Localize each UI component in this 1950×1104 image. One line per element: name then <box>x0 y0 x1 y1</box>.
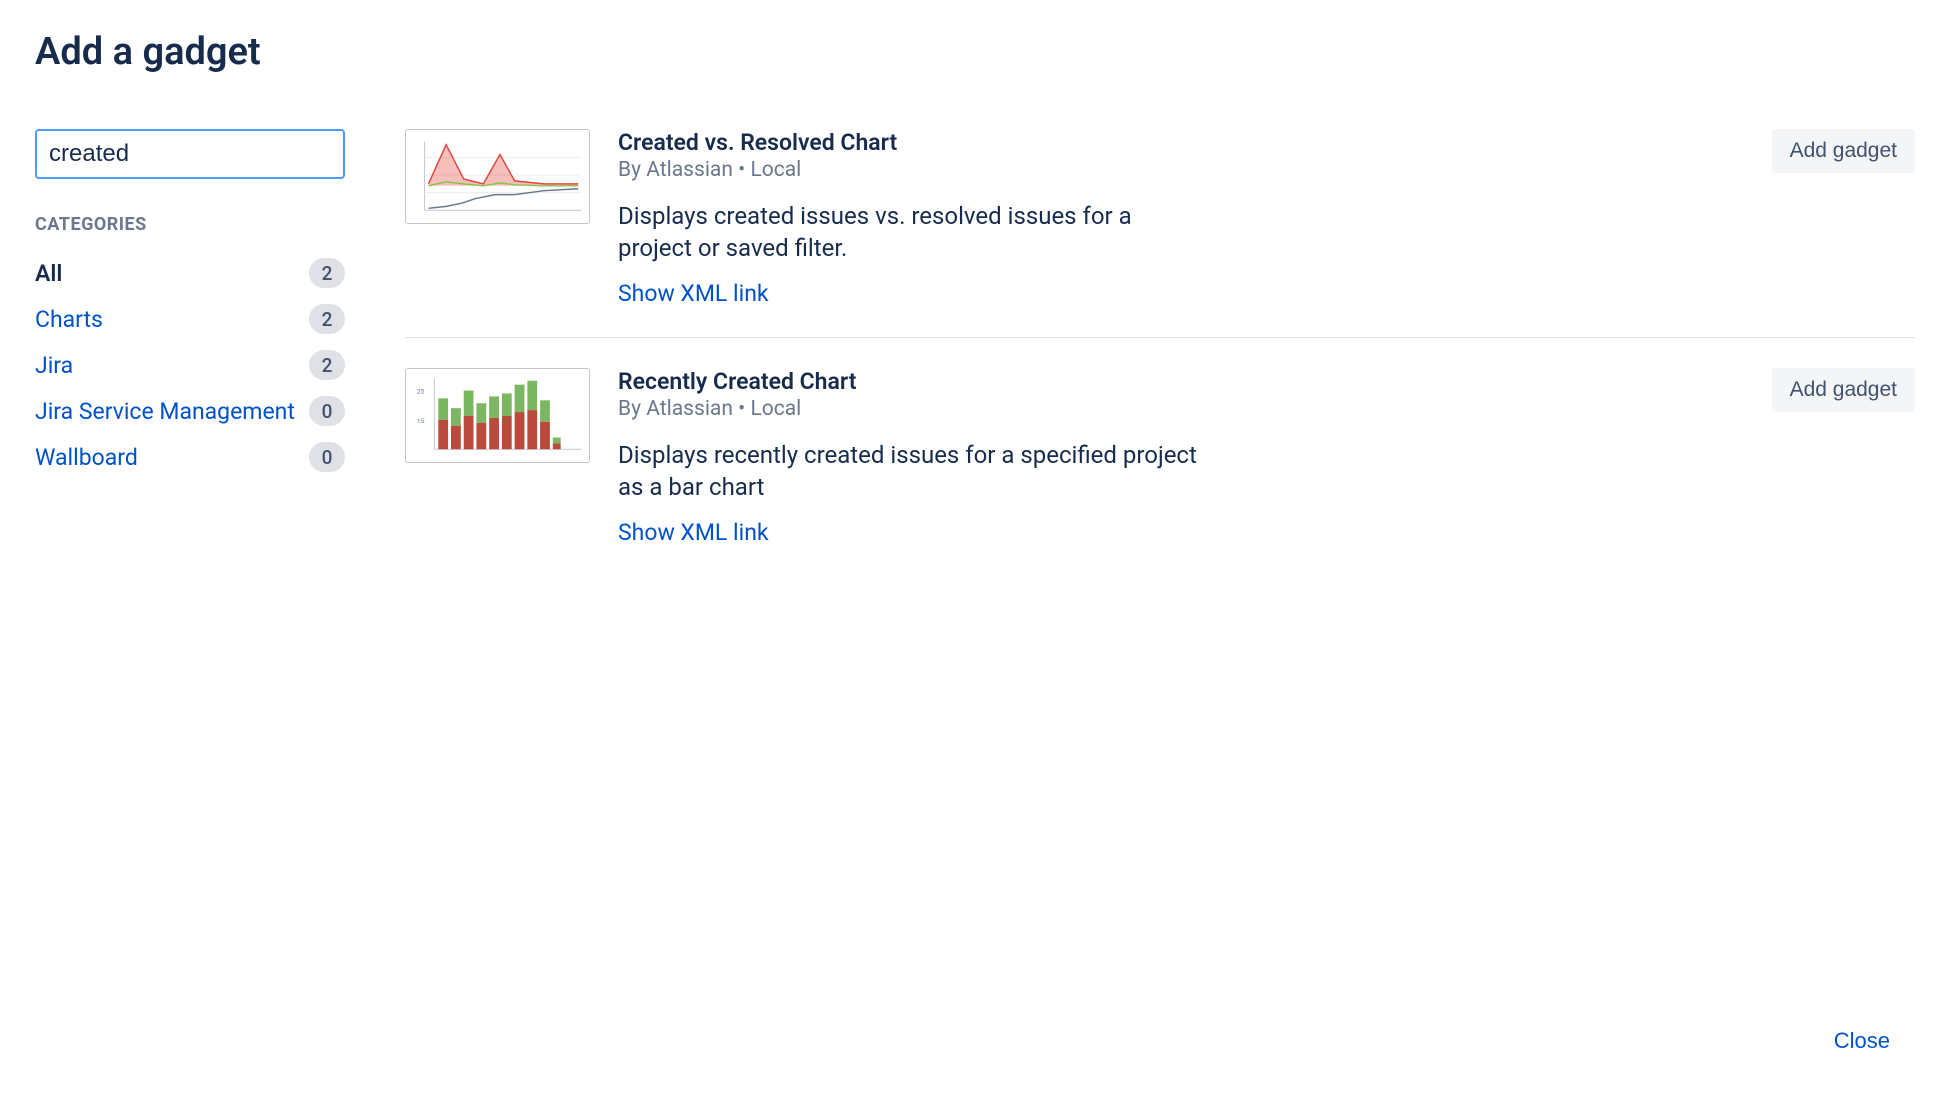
close-button[interactable]: Close <box>1819 1018 1905 1064</box>
bar-chart-icon: 25 15 <box>406 369 589 462</box>
category-label: Wallboard <box>35 444 138 471</box>
dialog-content: CATEGORIES All 2 Charts 2 Jira 2 Jira Se… <box>35 129 1915 606</box>
gadget-title: Created vs. Resolved Chart <box>618 129 1744 156</box>
category-label: Jira <box>35 352 73 379</box>
category-charts[interactable]: Charts 2 <box>35 296 345 342</box>
gadget-info: Created vs. Resolved Chart By Atlassian … <box>618 129 1744 307</box>
svg-text:15: 15 <box>417 417 425 425</box>
category-jira[interactable]: Jira 2 <box>35 342 345 388</box>
category-wallboard[interactable]: Wallboard 0 <box>35 434 345 480</box>
categories-heading: CATEGORIES <box>35 214 345 235</box>
gadget-title: Recently Created Chart <box>618 368 1744 395</box>
results-list: Created vs. Resolved Chart By Atlassian … <box>405 129 1915 606</box>
category-count-badge: 2 <box>309 258 345 288</box>
svg-text:25: 25 <box>417 387 425 395</box>
category-label: Charts <box>35 306 103 333</box>
category-count-badge: 0 <box>309 442 345 472</box>
line-chart-icon <box>406 130 589 223</box>
gadget-thumbnail <box>405 129 590 224</box>
category-all[interactable]: All 2 <box>35 250 345 296</box>
dialog-title: Add a gadget <box>35 30 1915 74</box>
gadget-info: Recently Created Chart By Atlassian • Lo… <box>618 368 1744 546</box>
category-count-badge: 2 <box>309 304 345 334</box>
gadget-description: Displays recently created issues for a s… <box>618 439 1198 504</box>
category-jira-service-management[interactable]: Jira Service Management 0 <box>35 388 345 434</box>
search-input[interactable] <box>35 129 345 179</box>
gadget-meta: By Atlassian • Local <box>618 397 1744 421</box>
category-label: All <box>35 260 62 287</box>
gadget-row: 25 15 <box>405 368 1915 576</box>
category-label: Jira Service Management <box>35 398 295 425</box>
add-gadget-button[interactable]: Add gadget <box>1772 129 1915 173</box>
add-gadget-button[interactable]: Add gadget <box>1772 368 1915 412</box>
gadget-meta: By Atlassian • Local <box>618 158 1744 182</box>
gadget-thumbnail: 25 15 <box>405 368 590 463</box>
category-count-badge: 2 <box>309 350 345 380</box>
gadget-description: Displays created issues vs. resolved iss… <box>618 200 1198 265</box>
sidebar: CATEGORIES All 2 Charts 2 Jira 2 Jira Se… <box>35 129 345 606</box>
show-xml-link[interactable]: Show XML link <box>618 519 769 546</box>
show-xml-link[interactable]: Show XML link <box>618 280 769 307</box>
gadget-row: Created vs. Resolved Chart By Atlassian … <box>405 129 1915 338</box>
category-count-badge: 0 <box>309 396 345 426</box>
